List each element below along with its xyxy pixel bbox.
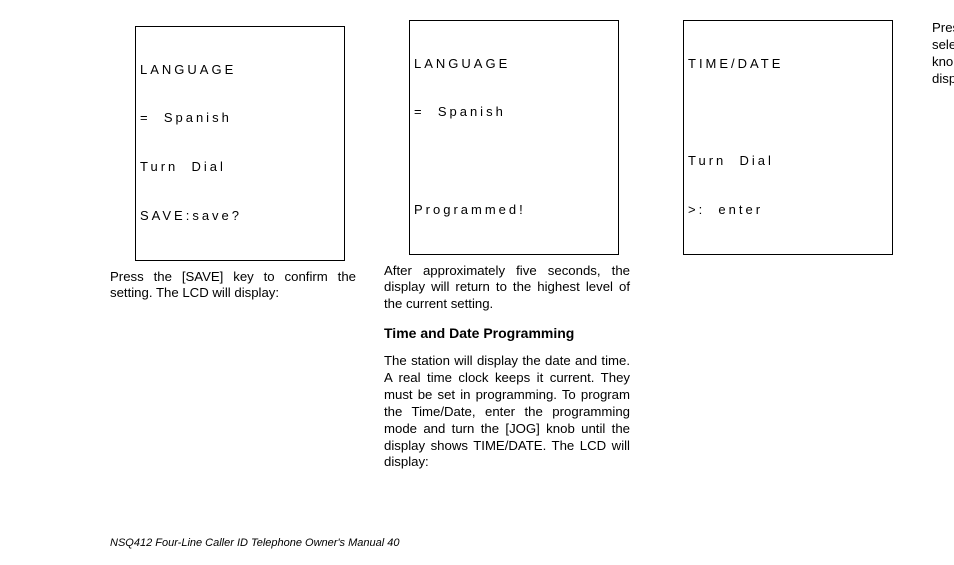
lcd-line: Turn Dial <box>688 153 888 169</box>
manual-page: LANGUAGE = Spanish Turn Dial SAVE:save? … <box>0 0 954 565</box>
lcd-line <box>414 153 614 169</box>
lcd-line: = Spanish <box>414 104 614 120</box>
body-text: Press the [SAVE] key to confirm the sett… <box>110 269 356 303</box>
lcd-line: >: enter <box>688 202 888 218</box>
lcd-line: LANGUAGE <box>414 56 614 72</box>
body-text: After approximately five seconds, the di… <box>384 263 630 314</box>
lcd-line: LANGUAGE <box>140 62 340 78</box>
lcd-line: SAVE:save? <box>140 208 340 224</box>
lcd-line: TIME/DATE <box>688 56 888 72</box>
lcd-line: = Spanish <box>140 110 340 126</box>
body-text: Press the NAVIGATION [>] key to begin se… <box>932 20 954 88</box>
content-columns: LANGUAGE = Spanish Turn Dial SAVE:save? … <box>110 20 904 510</box>
section-heading: Time and Date Programming <box>384 325 630 343</box>
lcd-language-programmed: LANGUAGE = Spanish Programmed! <box>409 20 619 255</box>
lcd-timedate: TIME/DATE Turn Dial >: enter <box>683 20 893 255</box>
lcd-line: Turn Dial <box>140 159 340 175</box>
lcd-language-prompt: LANGUAGE = Spanish Turn Dial SAVE:save? <box>135 26 345 261</box>
lcd-line: Programmed! <box>414 202 614 218</box>
lcd-line <box>688 104 888 120</box>
page-footer: NSQ412 Four-Line Caller ID Telephone Own… <box>110 537 399 549</box>
body-text: The station will display the date and ti… <box>384 353 630 471</box>
